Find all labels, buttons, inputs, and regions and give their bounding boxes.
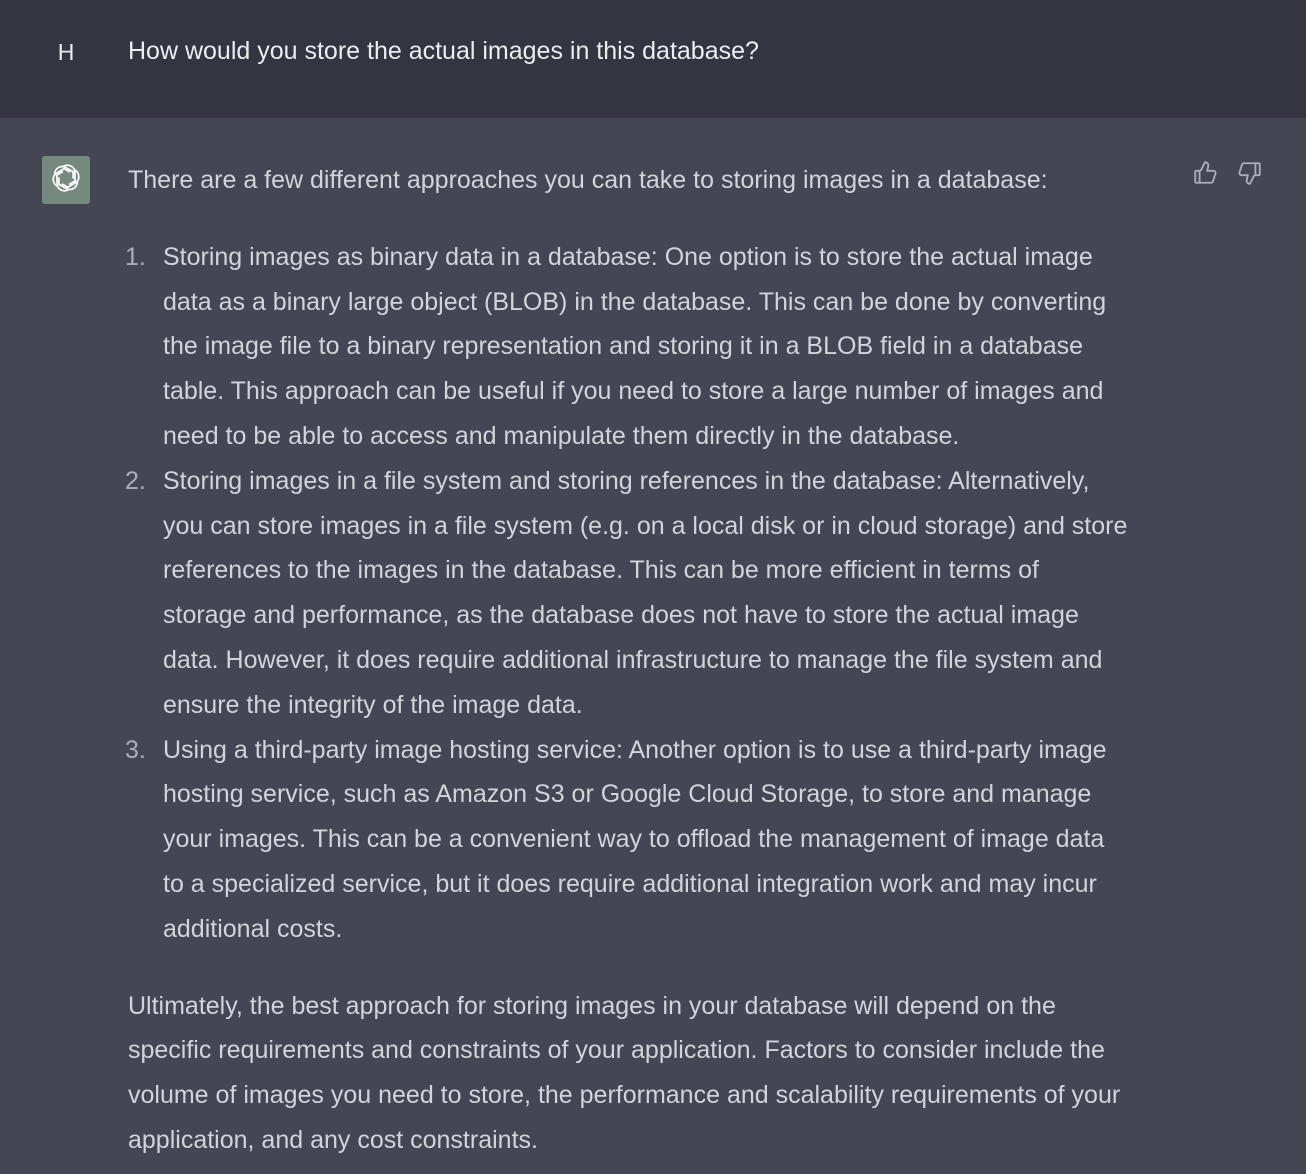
list-item-line: your images. This can be a convenient wa… [163,825,1105,854]
approaches-list: 1. Storing images as binary data in a da… [125,235,1188,952]
list-item-line: hosting service, such as Amazon S3 or Go… [163,780,1092,809]
list-item: 3. Using a third-party image hosting ser… [125,728,1188,952]
list-item-line: Using a third-party image hosting servic… [163,735,1107,764]
list-item-line: Storing images in a file system and stor… [163,466,1090,495]
list-item-line: references to the images in the database… [163,556,1039,585]
list-item-line: you can store images in a file system (e… [163,511,1128,540]
thumbs-down-button[interactable] [1235,160,1265,190]
assistant-avatar [42,156,90,204]
list-item-line: Storing images as binary data in a datab… [163,242,1093,271]
list-item-line: need to be able to access and manipulate… [163,421,960,450]
intro-paragraph: There are a few different approaches you… [128,166,1048,194]
list-item-line: to a specialized service, but it does re… [163,869,1097,898]
list-item-number: 3. [125,735,146,764]
conclusion-line: specific requirements and constraints of… [128,1036,1105,1065]
thumbs-down-icon [1237,160,1263,191]
list-item-line: table. This approach can be useful if yo… [163,377,1104,406]
list-item: 2. Storing images in a file system and s… [125,459,1188,728]
user-avatar: H [57,39,75,65]
thumbs-up-button[interactable] [1190,160,1220,190]
assistant-message-row: There are a few different approaches you… [0,118,1306,1174]
list-item-line: ensure the integrity of the image data. [163,690,583,719]
user-message-row: H How would you store the actual images … [0,0,1306,118]
openai-logo-icon [48,160,84,201]
conclusion-line: Ultimately, the best approach for storin… [128,991,1056,1020]
conclusion-line: application, and any cost constraints. [128,1125,538,1154]
list-item: 1. Storing images as binary data in a da… [125,235,1188,459]
thumbs-up-icon [1192,160,1218,191]
conclusion-line: volume of images you need to store, the … [128,1081,1121,1110]
assistant-message: There are a few different approaches you… [125,158,1188,1163]
user-message-text: How would you store the actual images in… [128,37,759,65]
list-item-line: data. However, it does require additiona… [163,645,1103,674]
list-item-number: 2. [125,466,146,495]
list-item-line: storage and performance, as the database… [163,601,1079,630]
conclusion-paragraph: Ultimately, the best approach for storin… [128,984,1188,1163]
list-item-line: additional costs. [163,914,343,943]
list-item-line: data as a binary large object (BLOB) in … [163,287,1107,316]
list-item-number: 1. [125,242,146,271]
list-item-line: the image file to a binary representatio… [163,332,1084,361]
